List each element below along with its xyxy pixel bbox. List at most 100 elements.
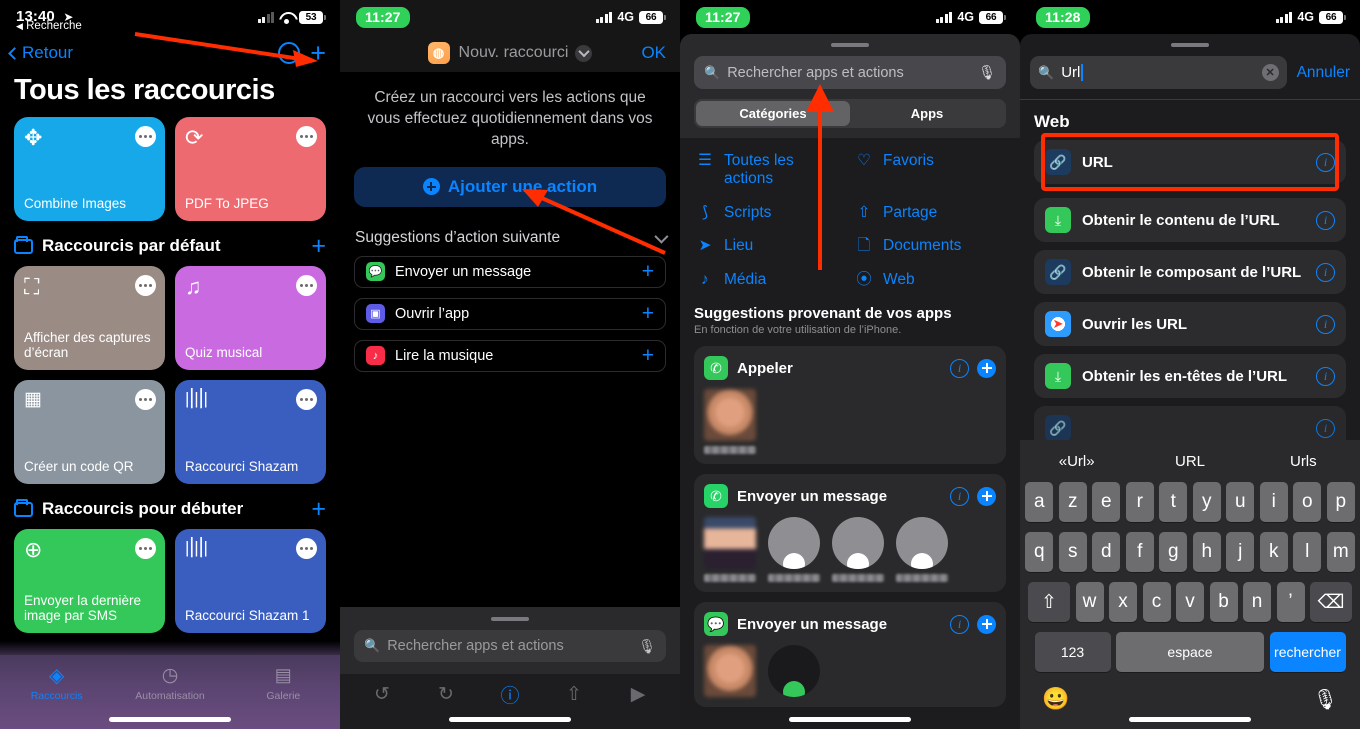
shortcut-more-button[interactable]	[296, 126, 317, 147]
play-icon[interactable]: ▶	[606, 683, 670, 706]
add-shortcut-button[interactable]: +	[310, 40, 326, 67]
info-icon[interactable]: ⓘ	[478, 681, 542, 708]
key-b[interactable]: b	[1209, 582, 1238, 622]
tab-apps[interactable]: Apps	[850, 101, 1004, 126]
result-row[interactable]: ⤓ Obtenir le contenu de l’URL i	[1034, 198, 1346, 242]
key-y[interactable]: y	[1192, 482, 1221, 522]
done-button[interactable]: OK	[641, 43, 666, 63]
suggestion-card[interactable]: ✆ Envoyer un message i	[694, 474, 1006, 593]
shortcut-card[interactable]: |⎮|⎮| Raccourci Shazam 1	[175, 529, 326, 633]
search-key[interactable]: rechercher	[1269, 632, 1346, 672]
key-g[interactable]: g	[1159, 532, 1188, 572]
emoji-icon[interactable]: 😀	[1042, 686, 1069, 712]
shift-key[interactable]: ⇧	[1028, 582, 1070, 622]
close-icon[interactable]: ✕	[1261, 64, 1279, 81]
shortcut-card[interactable]: ▦ Créer un code QR	[14, 380, 165, 484]
key-d[interactable]: d	[1092, 532, 1121, 572]
space-key[interactable]: espace	[1116, 632, 1264, 672]
result-row[interactable]: 🔗 Obtenir le composant de l’URL i	[1034, 250, 1346, 294]
category-web[interactable]: ⦿ Web	[855, 271, 1004, 289]
info-icon[interactable]: i	[950, 486, 969, 506]
prediction-item[interactable]: Urls	[1247, 453, 1360, 470]
category-all-actions[interactable]: ☰ Toutes les actions	[696, 152, 845, 188]
sheet-grabber[interactable]	[831, 43, 869, 47]
info-icon[interactable]: i	[1316, 314, 1335, 334]
info-icon[interactable]: i	[1316, 210, 1335, 230]
add-action-button[interactable]	[977, 358, 996, 378]
contact-item[interactable]	[832, 517, 884, 583]
key-j[interactable]: j	[1226, 532, 1255, 572]
add-action-button[interactable]: Ajouter une action	[354, 166, 666, 207]
shortcut-more-button[interactable]	[135, 538, 156, 559]
key-h[interactable]: h	[1192, 532, 1221, 572]
info-icon[interactable]: i	[950, 358, 969, 378]
backspace-key[interactable]: ⌫	[1310, 582, 1352, 622]
contact-item[interactable]	[704, 389, 756, 455]
search-input[interactable]: 🔍 Url ✕	[1030, 56, 1287, 89]
key-e[interactable]: e	[1092, 482, 1121, 522]
contact-item[interactable]	[896, 517, 948, 583]
category-sharing[interactable]: ⇧ Partage	[855, 204, 1004, 222]
shortcut-card[interactable]: ⊕ Envoyer la dernière image par SMS	[14, 529, 165, 633]
shortcut-more-button[interactable]	[135, 275, 156, 296]
prediction-item[interactable]: URL	[1133, 453, 1246, 470]
tab-shortcuts[interactable]: ◈ Raccourcis	[0, 663, 113, 703]
tab-categories[interactable]: Catégories	[696, 101, 850, 126]
contact-item[interactable]	[704, 517, 756, 583]
add-suggestion-button[interactable]: +	[642, 261, 654, 282]
add-to-folder-button[interactable]: +	[311, 234, 326, 259]
tab-automation[interactable]: ◷ Automatisation	[113, 663, 226, 703]
search-input[interactable]: 🔍 Rechercher apps et actions 🎙	[354, 630, 666, 662]
info-icon[interactable]: i	[1316, 418, 1335, 438]
prediction-item[interactable]: «Url»	[1020, 453, 1133, 470]
contact-item[interactable]	[768, 517, 820, 583]
key-q[interactable]: q	[1025, 532, 1054, 572]
key-v[interactable]: v	[1176, 582, 1204, 622]
redo-icon[interactable]: ↻	[414, 683, 478, 706]
suggestion-row[interactable]: 💬 Envoyer un message +	[354, 255, 666, 288]
key-p[interactable]: p	[1326, 482, 1355, 522]
chevron-down-icon[interactable]	[575, 44, 593, 62]
category-favorites[interactable]: ♡ Favoris	[855, 152, 1004, 188]
add-suggestion-button[interactable]: +	[642, 345, 654, 366]
next-action-suggestions-header[interactable]: Suggestions d’action suivante	[340, 207, 680, 256]
microphone-icon[interactable]: 🎙	[1313, 687, 1338, 712]
key-r[interactable]: r	[1125, 482, 1154, 522]
key-k[interactable]: k	[1259, 532, 1288, 572]
key-i[interactable]: i	[1259, 482, 1288, 522]
shortcut-card[interactable]: ✥ Combine Images	[14, 117, 165, 221]
add-suggestion-button[interactable]: +	[642, 303, 654, 324]
add-to-folder-button[interactable]: +	[311, 497, 326, 522]
info-icon[interactable]: i	[950, 614, 969, 634]
category-media[interactable]: ♪ Média	[696, 271, 845, 289]
key-f[interactable]: f	[1125, 532, 1154, 572]
key-n[interactable]: n	[1243, 582, 1271, 622]
shortcut-name[interactable]: Nouv. raccourci	[459, 44, 569, 62]
key-c[interactable]: c	[1142, 582, 1171, 622]
info-icon[interactable]: i	[1316, 366, 1335, 386]
key-t[interactable]: t	[1159, 482, 1188, 522]
key-u[interactable]: u	[1226, 482, 1255, 522]
contact-item[interactable]	[704, 645, 756, 698]
suggestion-row[interactable]: ▣ Ouvrir l’app +	[354, 297, 666, 330]
microphone-icon[interactable]: 🎙	[978, 64, 996, 81]
shortcut-card[interactable]: |⎮|⎮| Raccourci Shazam	[175, 380, 326, 484]
shortcut-more-button[interactable]	[135, 126, 156, 147]
category-location[interactable]: ➤ Lieu	[696, 237, 845, 255]
info-icon[interactable]: i	[1316, 262, 1335, 282]
key-l[interactable]: l	[1293, 532, 1322, 572]
key-w[interactable]: w	[1075, 582, 1104, 622]
suggestion-row[interactable]: ♪ Lire la musique +	[354, 339, 666, 372]
result-row-url[interactable]: 🔗 URL i	[1034, 133, 1346, 191]
shortcut-more-button[interactable]	[296, 389, 317, 410]
shortcut-more-button[interactable]	[296, 275, 317, 296]
add-action-button[interactable]	[977, 486, 996, 506]
numbers-key[interactable]: 123	[1034, 632, 1111, 672]
contact-item[interactable]	[768, 645, 820, 698]
shortcut-more-button[interactable]	[135, 389, 156, 410]
shortcut-card[interactable]: ⛶ Afficher des captures d’écran	[14, 266, 165, 370]
status-back-to-search[interactable]: ◀ Recherche	[16, 20, 82, 32]
key-o[interactable]: o	[1293, 482, 1322, 522]
key-x[interactable]: x	[1109, 582, 1137, 622]
shortcut-more-button[interactable]	[296, 538, 317, 559]
